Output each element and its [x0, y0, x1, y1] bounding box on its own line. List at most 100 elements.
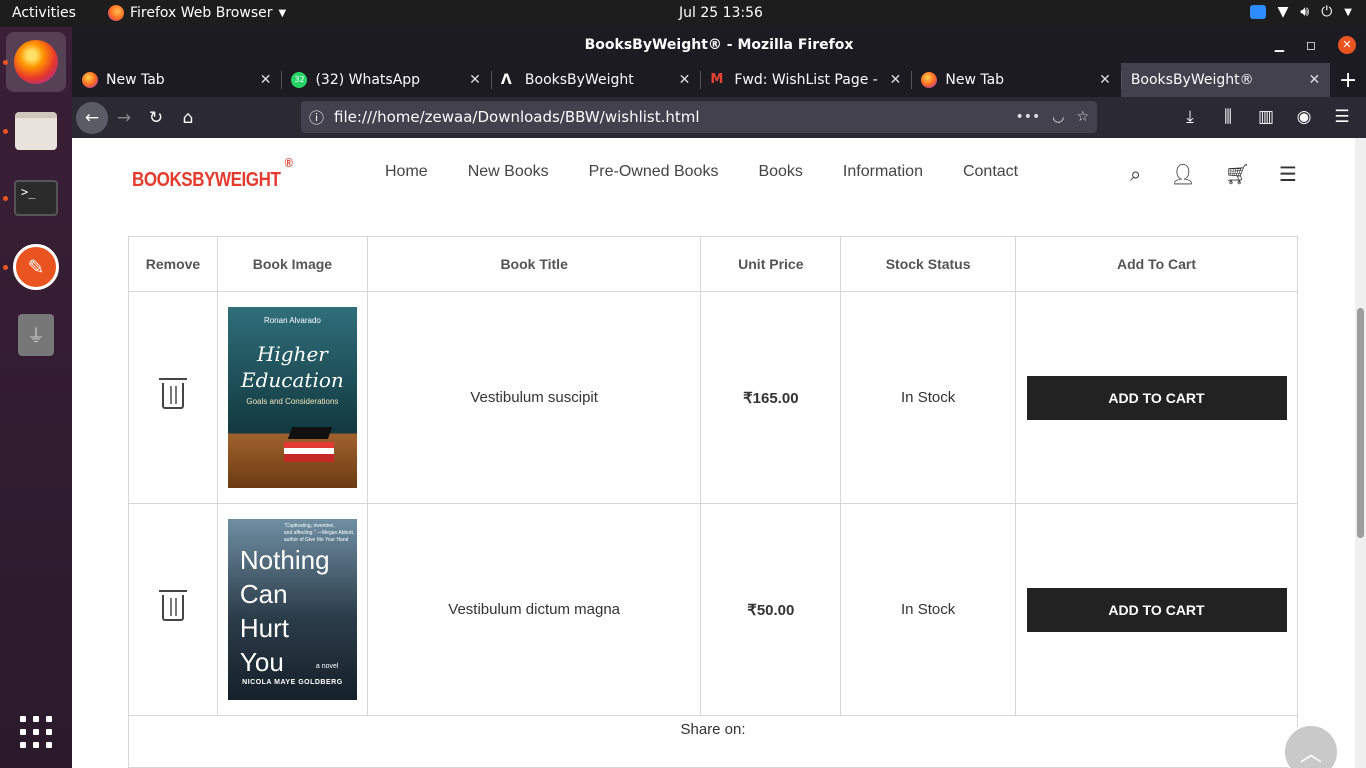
files-icon — [15, 112, 57, 150]
cover-title-line: Higher — [256, 342, 328, 366]
sidebar-icon[interactable]: ▥ — [1250, 101, 1282, 133]
nav-books[interactable]: Books — [758, 163, 802, 181]
tab-label: (32) WhatsApp — [315, 72, 421, 88]
activities-button[interactable]: Activities — [12, 5, 76, 21]
scrollbar-thumb[interactable] — [1357, 308, 1364, 538]
dock-terminal[interactable]: >_ — [6, 168, 66, 228]
back-arrow-icon[interactable]: ← — [76, 101, 108, 134]
app-menu[interactable]: Firefox Web Browser ▼ — [108, 5, 286, 21]
cart-icon[interactable]: 🛒︎ — [1225, 162, 1250, 186]
cover-title-line: Education — [241, 368, 344, 392]
forward-arrow-icon[interactable]: → — [108, 102, 140, 134]
window-titlebar[interactable]: BooksByWeight® - Mozilla Firefox ▁ ◻ ✕ — [72, 27, 1366, 63]
nav-contact[interactable]: Contact — [963, 163, 1018, 181]
dock-inkscape[interactable]: ✎ — [6, 237, 66, 297]
minimize-icon[interactable]: ▁ — [1275, 27, 1284, 63]
downloads-icon[interactable]: ⤓ — [1174, 101, 1206, 133]
running-indicator — [3, 129, 8, 134]
close-tab-icon[interactable]: ✕ — [1309, 72, 1321, 88]
tab-new-tab[interactable]: New Tab ✕ — [72, 63, 281, 97]
info-icon[interactable]: ⓘ — [309, 107, 324, 128]
firefox-icon — [108, 5, 124, 21]
dock-files[interactable] — [6, 101, 66, 161]
tab-whatsapp[interactable]: 32 (32) WhatsApp ✕ — [281, 63, 490, 97]
site-header: BOOKSBYWEIGHT ® Home New Books Pre-Owned… — [72, 138, 1355, 210]
dock-usb[interactable]: ⏚ — [6, 305, 66, 365]
close-tab-icon[interactable]: ✕ — [260, 72, 272, 88]
logo-text: BOOKSBYWEIGHT — [132, 169, 281, 191]
new-tab-button[interactable]: + — [1330, 63, 1366, 97]
trash-icon[interactable] — [158, 589, 187, 621]
graduation-cap-graphic — [287, 427, 333, 439]
cover-title: Higher Education — [228, 341, 357, 393]
page-actions-icon[interactable]: ••• — [1015, 109, 1040, 125]
search-icon[interactable]: ⌕ — [1130, 162, 1141, 186]
url-text[interactable]: file:///home/zewaa/Downloads/BBW/wishlis… — [334, 108, 1005, 126]
tab-strip: New Tab ✕ 32 (32) WhatsApp ✕ Ʌ BooksByWe… — [72, 63, 1366, 97]
pocket-icon[interactable]: ◡ — [1052, 109, 1064, 125]
library-icon[interactable]: ⫼ — [1212, 101, 1244, 133]
header-icons: ⌕ 👤︎ 🛒︎ ☰ — [1130, 162, 1297, 186]
pen-tool-icon: ✎ — [13, 244, 59, 290]
whatsapp-icon: 32 — [291, 72, 308, 88]
page-scrollbar[interactable] — [1355, 138, 1366, 768]
nav-home[interactable]: Home — [385, 163, 428, 181]
stock-status: In Stock — [840, 503, 1016, 716]
book-cover-image[interactable]: Ronan Alvarado Higher Education Goals an… — [227, 307, 357, 488]
cover-title-line: You — [239, 647, 284, 677]
maximize-icon[interactable]: ◻ — [1306, 27, 1316, 63]
close-tab-icon[interactable]: ✕ — [469, 72, 481, 88]
home-icon[interactable]: ⌂ — [172, 102, 204, 134]
nav-information[interactable]: Information — [843, 163, 923, 181]
nav-new-books[interactable]: New Books — [468, 163, 549, 181]
chevron-up-icon: ︿ — [1299, 742, 1322, 767]
book-cover-image[interactable]: "Captivating, inventive, and affecting."… — [227, 519, 357, 700]
dock-firefox[interactable] — [6, 32, 66, 92]
site-logo[interactable]: BOOKSBYWEIGHT ® — [132, 155, 293, 192]
header-book-image: Book Image — [216, 236, 368, 292]
cover-author: NICOLA MAYE GOLDBERG — [242, 679, 343, 686]
user-icon[interactable]: 👤︎ — [1170, 162, 1195, 186]
wifi-icon[interactable]: ▼ — [1278, 4, 1289, 20]
tab-gmail[interactable]: M Fwd: WishList Page - a ✕ — [700, 63, 911, 97]
tab-booksbyweight-active[interactable]: BooksByWeight® ✕ — [1120, 63, 1331, 97]
book-title[interactable]: Vestibulum dictum magna — [366, 503, 702, 716]
volume-icon[interactable]: 🔊︎ — [1300, 4, 1309, 20]
tab-booksbyweight[interactable]: Ʌ BooksByWeight ✕ — [490, 63, 700, 97]
account-icon[interactable]: ◉ — [1288, 101, 1320, 133]
main-nav: Home New Books Pre-Owned Books Books Inf… — [385, 163, 1018, 181]
chevron-down-icon[interactable]: ▼ — [1344, 7, 1352, 18]
nav-pre-owned-books[interactable]: Pre-Owned Books — [589, 163, 719, 181]
add-to-cart-cell: ADD TO CART — [1015, 291, 1298, 504]
cover-quote-line: and affecting." —Megan Abbott, — [283, 530, 355, 536]
cover-author: Ronan Alvarado — [263, 316, 321, 325]
book-title[interactable]: Vestibulum suscipit — [366, 291, 702, 504]
book-image-cell: Ronan Alvarado Higher Education Goals an… — [216, 291, 368, 504]
close-tab-icon[interactable]: ✕ — [1099, 72, 1111, 88]
book-image-cell: "Captivating, inventive, and affecting."… — [216, 503, 368, 716]
close-tab-icon[interactable]: ✕ — [890, 72, 902, 88]
clock[interactable]: Jul 25 13:56 — [679, 5, 763, 21]
power-icon[interactable]: ⏻ — [1321, 4, 1332, 20]
hamburger-menu-icon[interactable]: ☰ — [1326, 101, 1358, 133]
tab-new-tab-2[interactable]: New Tab ✕ — [911, 63, 1120, 97]
zoom-icon[interactable] — [1249, 5, 1266, 19]
system-tray[interactable]: ▼ 🔊︎ ⏻ ▼ — [1249, 4, 1352, 20]
show-applications-button[interactable] — [6, 702, 66, 762]
close-tab-icon[interactable]: ✕ — [679, 72, 691, 88]
reload-icon[interactable]: ↻ — [140, 102, 172, 134]
add-to-cart-button[interactable]: ADD TO CART — [1026, 587, 1287, 632]
table-row: Ronan Alvarado Higher Education Goals an… — [128, 291, 1298, 504]
cover-title-line: Can — [239, 579, 288, 609]
tab-label: New Tab — [106, 72, 165, 88]
chevron-down-icon: ▼ — [278, 7, 287, 19]
add-to-cart-button[interactable]: ADD TO CART — [1026, 375, 1287, 420]
close-window-icon[interactable]: ✕ — [1338, 36, 1356, 54]
bookmark-star-icon[interactable]: ☆ — [1076, 109, 1089, 125]
tab-label: BooksByWeight — [524, 72, 634, 88]
trash-icon[interactable] — [158, 377, 187, 409]
table-row: "Captivating, inventive, and affecting."… — [128, 503, 1298, 716]
menu-icon[interactable]: ☰ — [1279, 162, 1297, 186]
gnome-top-bar: Activities Firefox Web Browser ▼ Jul 25 … — [0, 0, 1366, 27]
url-bar[interactable]: ⓘ file:///home/zewaa/Downloads/BBW/wishl… — [301, 101, 1097, 133]
